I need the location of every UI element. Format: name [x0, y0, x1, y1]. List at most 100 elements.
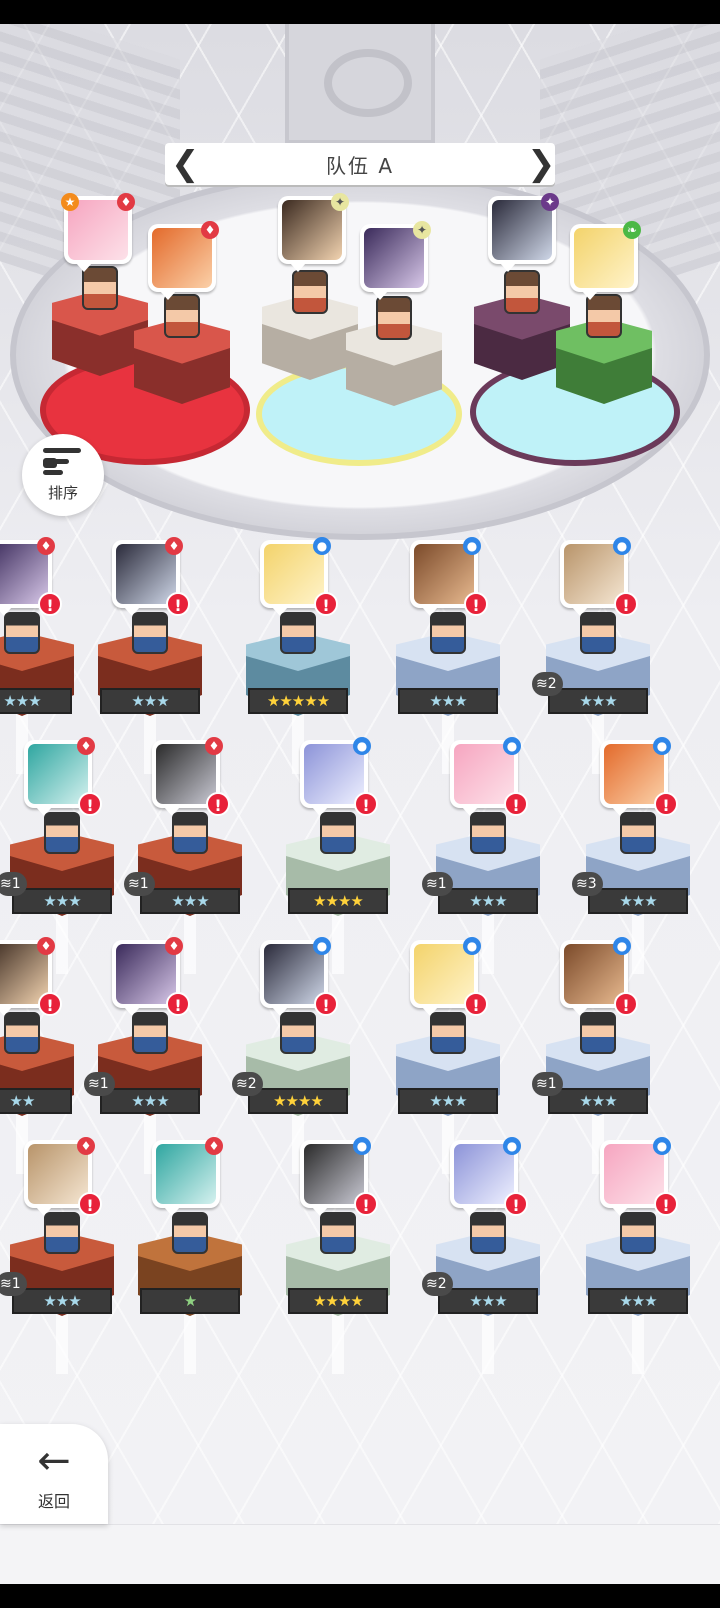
- roster-hero-portrait[interactable]: ●!: [560, 537, 638, 616]
- fire-element-icon: ♦: [165, 937, 183, 955]
- roster-hero-slot[interactable]: ★★★ ≋1: [532, 1012, 650, 1174]
- team-slot-podium[interactable]: [134, 294, 230, 404]
- new-alert-badge: !: [314, 992, 338, 1016]
- hero-sprite: [430, 612, 466, 654]
- new-alert-badge: !: [38, 592, 62, 616]
- water-element-icon: ●: [653, 737, 671, 755]
- stack-icon: ≋: [128, 876, 140, 892]
- stack-icon: ≋: [536, 676, 548, 692]
- roster-hero-slot[interactable]: ★★★: [0, 612, 74, 774]
- roster-hero-portrait[interactable]: ●!: [600, 737, 678, 816]
- team-hero-portrait[interactable]: ❧: [570, 221, 641, 300]
- roster-hero-portrait[interactable]: ♦!: [152, 737, 230, 816]
- star-rank: ★★★★★: [248, 688, 348, 714]
- roster-hero-slot[interactable]: ★★★: [586, 1212, 690, 1374]
- roster-hero-portrait[interactable]: ♦!: [24, 737, 102, 816]
- team-slot-podium[interactable]: [556, 294, 652, 404]
- new-alert-badge: !: [654, 1192, 678, 1216]
- roster-hero-portrait[interactable]: ♦!: [112, 937, 190, 1016]
- roster-hero-portrait[interactable]: ♦: [152, 1137, 223, 1216]
- team-hero-portrait[interactable]: ✦: [278, 193, 349, 272]
- roster-hero-slot[interactable]: ★★★★: [286, 1212, 390, 1374]
- roster-hero-slot[interactable]: ★★: [0, 1012, 74, 1174]
- stack-icon: ≋: [88, 1076, 100, 1092]
- star-rank: ★: [140, 1288, 240, 1314]
- hero-face: [282, 200, 342, 260]
- roster-hero-portrait[interactable]: ●!: [300, 737, 378, 816]
- roster-hero-portrait[interactable]: ●!: [410, 937, 488, 1016]
- team-hero-portrait[interactable]: ♦: [148, 221, 219, 300]
- hero-face: [574, 228, 634, 288]
- hero-sprite: [164, 294, 200, 338]
- team-selector: ❮ 队伍 A ❯: [165, 143, 555, 185]
- star-rank: ★★★★: [288, 888, 388, 914]
- roster-hero-slot[interactable]: ★★★: [396, 612, 500, 774]
- roster-hero-slot[interactable]: ★★★ ≋1: [124, 812, 242, 974]
- hero-sprite: [320, 1212, 356, 1254]
- team-hero-portrait[interactable]: ✦: [360, 221, 431, 300]
- team-slot-podium[interactable]: [262, 270, 358, 380]
- hero-face: [604, 1144, 664, 1204]
- roster-hero-portrait[interactable]: ●!: [450, 737, 528, 816]
- roster-hero-slot[interactable]: ★★★: [396, 1012, 500, 1174]
- star-rank: ★★★: [100, 688, 200, 714]
- roster-hero-slot[interactable]: ★★★ ≋1: [0, 1212, 114, 1374]
- hero-sprite: [580, 612, 616, 654]
- roster-hero-slot[interactable]: ★★★★★: [246, 612, 350, 774]
- fire-element-icon: ♦: [165, 537, 183, 555]
- stack-icon: ≋: [236, 1076, 248, 1092]
- hero-sprite: [44, 1212, 80, 1254]
- roster-hero-portrait[interactable]: ●!: [260, 937, 338, 1016]
- roster-hero-portrait[interactable]: ♦!: [0, 937, 62, 1016]
- water-element-icon: ●: [503, 737, 521, 755]
- roster-hero-slot[interactable]: ★: [138, 1212, 242, 1374]
- star-rank: ★★★: [548, 1088, 648, 1114]
- team-slot-podium[interactable]: [346, 296, 442, 406]
- star-rank: ★★★: [140, 888, 240, 914]
- roster-hero-portrait[interactable]: ♦!: [112, 537, 190, 616]
- roster-hero-slot[interactable]: ★★★: [98, 612, 202, 774]
- back-button[interactable]: ← 返回: [0, 1424, 108, 1524]
- roster-hero-slot[interactable]: ★★★ ≋3: [572, 812, 690, 974]
- roster-hero-slot[interactable]: ★★★ ≋1: [0, 812, 114, 974]
- prev-team-button[interactable]: ❮: [171, 143, 200, 185]
- duplicate-count: 1: [11, 1276, 21, 1292]
- hero-face: [564, 944, 624, 1004]
- roster-hero-slot[interactable]: ★★★★ ≋2: [232, 1012, 350, 1174]
- water-element-icon: ●: [613, 537, 631, 555]
- hero-face: [414, 944, 474, 1004]
- roster-hero-slot[interactable]: ★★★ ≋2: [422, 1212, 540, 1374]
- new-alert-badge: !: [354, 1192, 378, 1216]
- roster-hero-portrait[interactable]: ●!: [300, 1137, 378, 1216]
- next-team-button[interactable]: ❯: [527, 143, 556, 185]
- hero-sprite: [82, 266, 118, 310]
- new-alert-badge: !: [504, 792, 528, 816]
- stack-icon: ≋: [426, 876, 438, 892]
- hero-face: [116, 944, 176, 1004]
- hero-face: [28, 744, 88, 804]
- roster-hero-slot[interactable]: ★★★★: [286, 812, 390, 974]
- sort-button[interactable]: 排序: [22, 434, 104, 516]
- roster-hero-slot[interactable]: ★★★ ≋1: [422, 812, 540, 974]
- water-element-icon: ●: [613, 937, 631, 955]
- roster-hero-slot[interactable]: ★★★ ≋2: [532, 612, 650, 774]
- new-alert-badge: !: [78, 792, 102, 816]
- roster-hero-portrait[interactable]: ●!: [560, 937, 638, 1016]
- team-hero-portrait[interactable]: ♦ ★: [61, 193, 135, 272]
- hero-sprite: [132, 1012, 168, 1054]
- roster-hero-portrait[interactable]: ♦!: [0, 537, 62, 616]
- roster-hero-portrait[interactable]: ●!: [260, 537, 338, 616]
- roster-hero-slot[interactable]: ★★★ ≋1: [84, 1012, 202, 1174]
- star-rank: ★★★★: [248, 1088, 348, 1114]
- bottom-strip: [0, 1524, 720, 1584]
- hero-sprite: [320, 812, 356, 854]
- roster-hero-portrait[interactable]: ●!: [600, 1137, 678, 1216]
- hero-face: [304, 744, 364, 804]
- roster-hero-portrait[interactable]: ●!: [410, 537, 488, 616]
- roster-hero-portrait[interactable]: ●!: [450, 1137, 528, 1216]
- star-rank: ★★★: [588, 1288, 688, 1314]
- duplicate-count: 2: [437, 1276, 447, 1292]
- roster-hero-portrait[interactable]: ♦!: [24, 1137, 102, 1216]
- navigation-bar: [0, 1584, 720, 1608]
- team-hero-portrait[interactable]: ✦: [488, 193, 559, 272]
